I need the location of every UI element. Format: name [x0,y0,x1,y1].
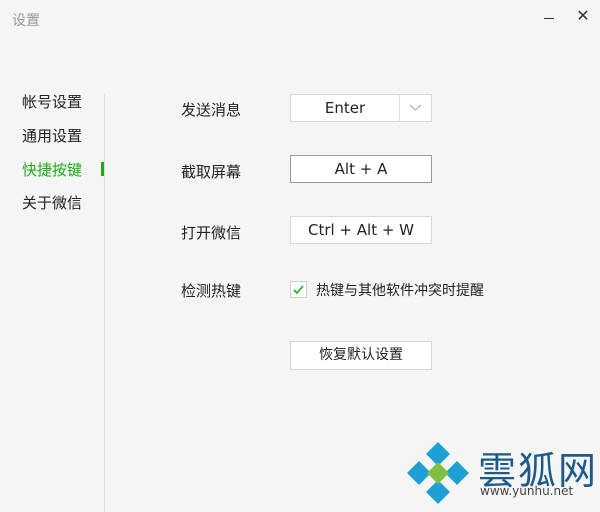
watermark-url: www.yunhu.net [480,484,574,498]
send-message-label: 发送消息 [181,101,242,119]
close-button[interactable]: ✕ [572,6,594,26]
open-wechat-hotkey-field[interactable]: Ctrl + Alt + W [290,216,432,244]
screenshot-hotkey-field[interactable]: Alt + A [290,155,432,183]
hotkey-conflict-label[interactable]: 热键与其他软件冲突时提醒 [316,280,484,300]
detect-hotkey-label: 检测热键 [181,282,242,300]
minimize-icon [544,18,554,19]
sidebar-item-general[interactable]: 通用设置 [22,125,82,146]
minimize-button[interactable] [538,6,560,26]
sidebar-item-account[interactable]: 帐号设置 [22,91,82,112]
settings-window: 设置 ✕ 帐号设置 通用设置 快捷按键 关于微信 发送消息 Enter 截取屏幕… [0,0,600,512]
check-icon [293,285,304,295]
send-message-select[interactable]: Enter [290,94,432,122]
sidebar-item-shortcuts[interactable]: 快捷按键 [22,159,82,180]
chevron-down-icon[interactable] [400,95,431,121]
sidebar-item-about[interactable]: 关于微信 [22,192,82,213]
sidebar-divider [104,94,105,512]
watermark-logo [405,440,471,506]
open-wechat-label: 打开微信 [181,224,242,242]
title-bar: 设置 ✕ [0,0,600,34]
screenshot-label: 截取屏幕 [181,163,242,181]
active-indicator [101,162,104,176]
restore-defaults-button[interactable]: 恢复默认设置 [290,341,432,370]
send-message-value: Enter [324,99,366,117]
window-title: 设置 [12,13,40,29]
hotkey-conflict-checkbox[interactable] [290,281,307,298]
close-icon: ✕ [576,6,590,25]
